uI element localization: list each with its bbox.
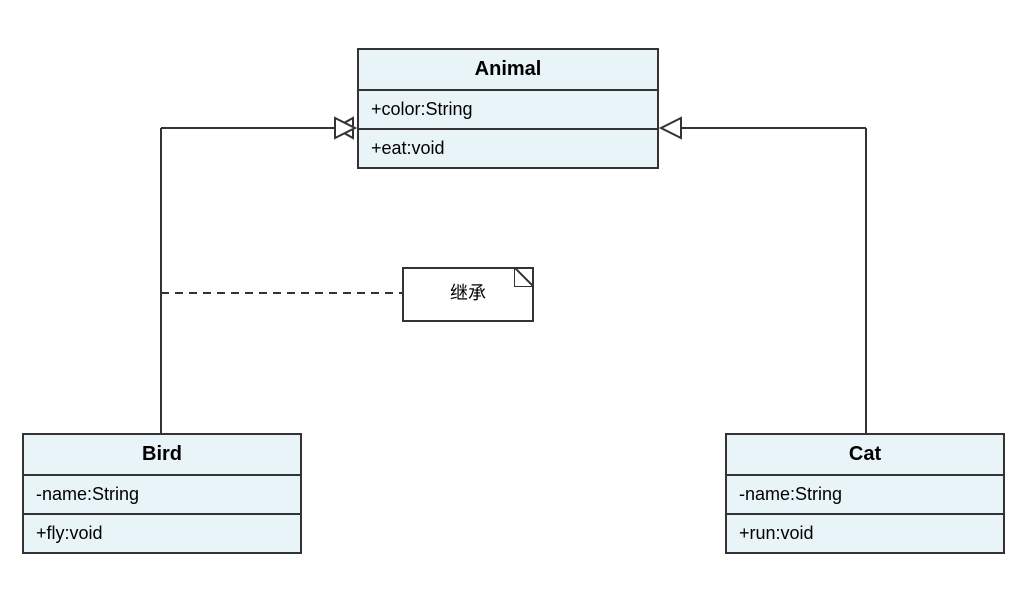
note-label: 继承: [450, 283, 486, 303]
bird-class-attributes: -name:String: [24, 476, 300, 515]
bird-class: Bird -name:String +fly:void: [22, 433, 302, 554]
note-fold-icon: [514, 267, 534, 287]
inheritance-note: 继承: [402, 267, 534, 322]
bird-class-name: Bird: [24, 435, 300, 476]
cat-class-name: Cat: [727, 435, 1003, 476]
bird-inheritance-arrow: [335, 118, 355, 138]
cat-class-attributes: -name:String: [727, 476, 1003, 515]
animal-class-attributes: +color:String: [359, 91, 657, 130]
cat-class: Cat -name:String +run:void: [725, 433, 1005, 554]
bird-inheritance-arrowhead: [335, 118, 353, 138]
animal-class-methods: +eat:void: [359, 130, 657, 167]
animal-class-name: Animal: [359, 50, 657, 91]
bird-class-methods: +fly:void: [24, 515, 300, 552]
cat-inheritance-arrow: [661, 118, 681, 138]
cat-class-methods: +run:void: [727, 515, 1003, 552]
animal-class: Animal +color:String +eat:void: [357, 48, 659, 169]
